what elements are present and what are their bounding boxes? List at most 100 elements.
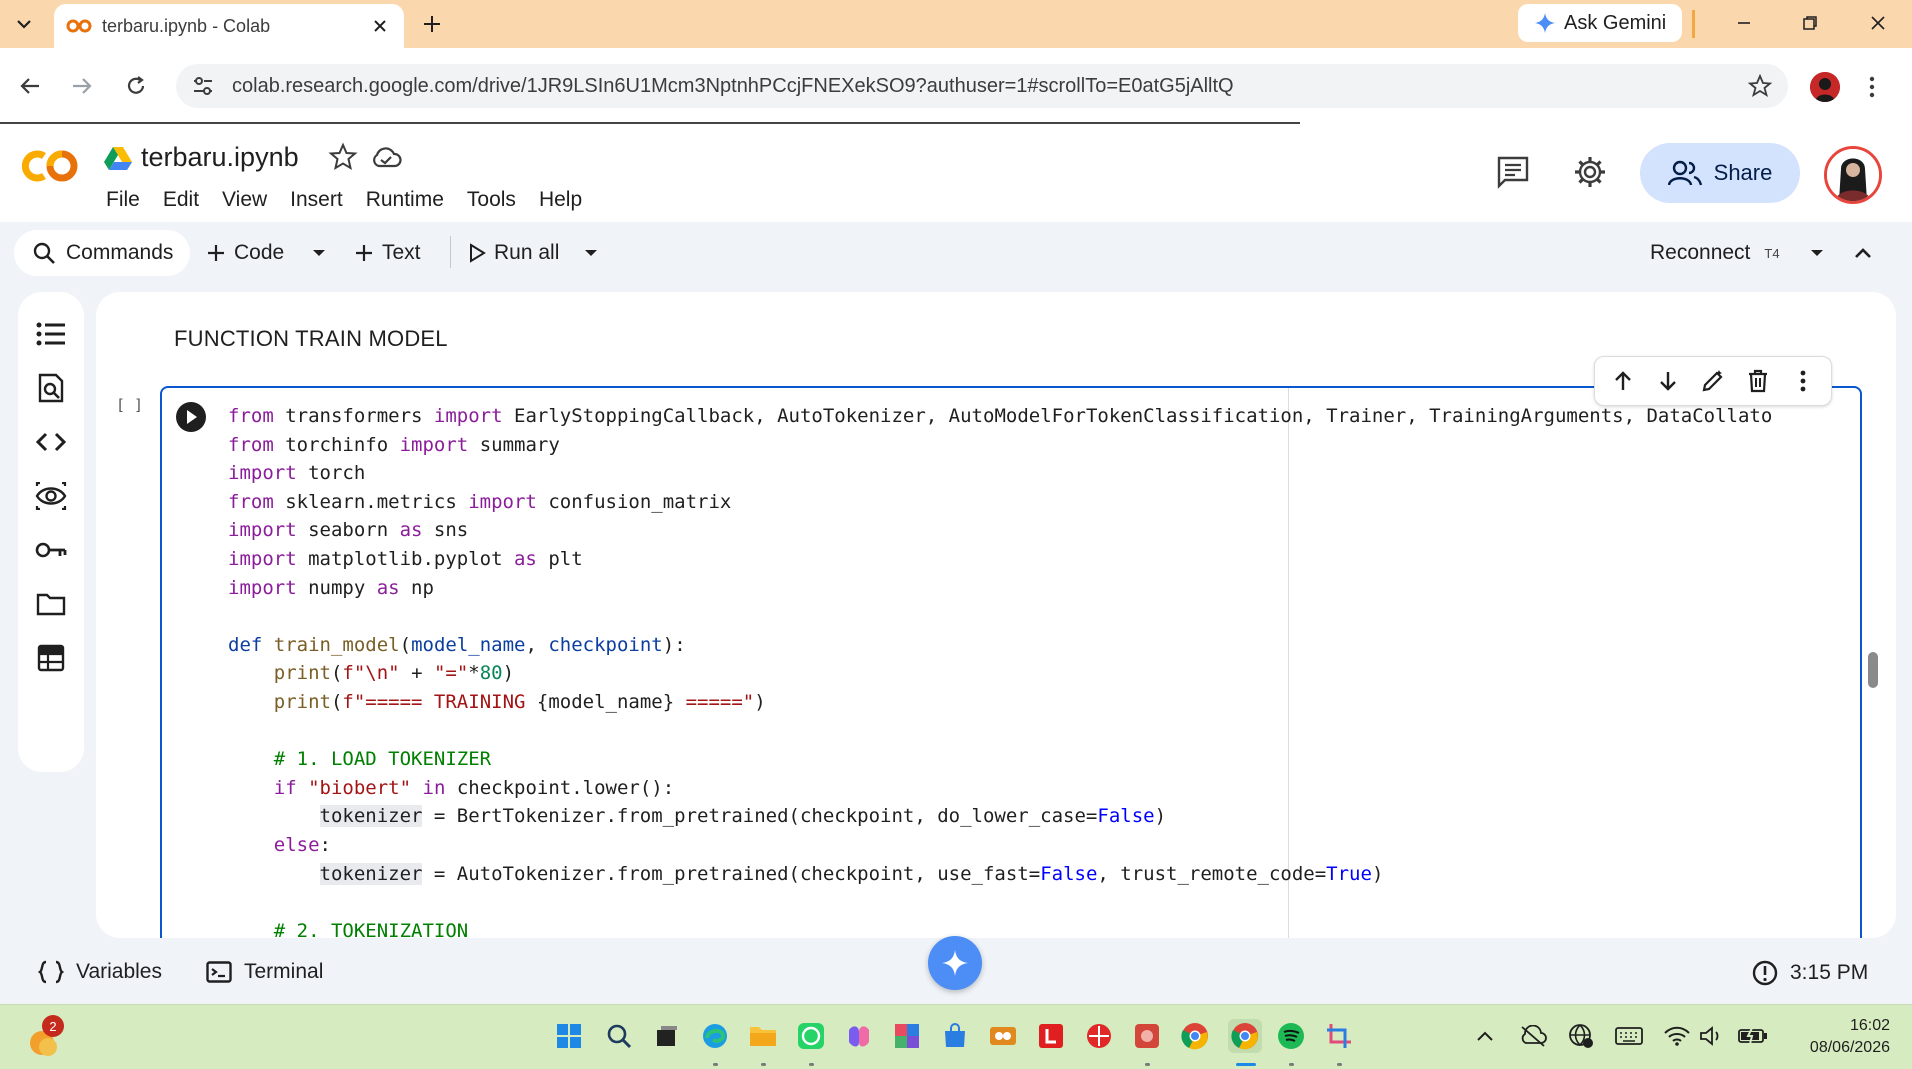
- commands-button[interactable]: Commands: [14, 230, 190, 276]
- chrome-icon[interactable]: [1180, 1021, 1210, 1051]
- gemini-sparkle-icon: [1535, 13, 1555, 33]
- user-avatar[interactable]: [1824, 146, 1882, 204]
- more-options-kebab-icon[interactable]: [1785, 363, 1821, 399]
- run-all-button[interactable]: Run all: [468, 230, 559, 276]
- battery-charging-icon[interactable]: [1738, 1021, 1768, 1051]
- find-replace-icon[interactable]: [33, 370, 69, 406]
- menu-insert[interactable]: Insert: [290, 188, 343, 212]
- new-tab-plus-icon[interactable]: [416, 8, 448, 40]
- task-view-icon[interactable]: [652, 1021, 682, 1051]
- back-arrow-icon[interactable]: [10, 66, 50, 106]
- colab-logo-icon[interactable]: [18, 146, 82, 186]
- edit-pencil-icon[interactable]: [1695, 363, 1731, 399]
- url-text[interactable]: colab.research.google.com/drive/1JR9LSIn…: [232, 75, 1744, 98]
- code-snippets-icon[interactable]: [33, 424, 69, 460]
- cell-toolbar: [1594, 356, 1832, 406]
- comments-icon[interactable]: [1495, 154, 1531, 190]
- chrome-profile-active-icon[interactable]: [1228, 1019, 1262, 1053]
- forward-arrow-icon[interactable]: [62, 66, 102, 106]
- secrets-eye-icon[interactable]: [33, 478, 69, 514]
- vertical-scrollbar-thumb[interactable]: [1868, 652, 1878, 688]
- variables-button[interactable]: Variables: [38, 960, 162, 984]
- menu-help[interactable]: Help: [539, 188, 582, 212]
- run-all-options-chevron-icon[interactable]: [584, 230, 598, 276]
- menu-tools[interactable]: Tools: [467, 188, 516, 212]
- app-orange-icon[interactable]: [988, 1021, 1018, 1051]
- runtime-options-chevron-icon[interactable]: [1810, 230, 1824, 276]
- menu-edit[interactable]: Edit: [163, 188, 199, 212]
- menu-runtime[interactable]: Runtime: [366, 188, 444, 212]
- collapse-header-chevron-up-icon[interactable]: [1854, 230, 1872, 276]
- wifi-icon[interactable]: [1662, 1021, 1692, 1051]
- close-window-icon[interactable]: [1846, 0, 1910, 46]
- app-red-circle-icon[interactable]: [1084, 1021, 1114, 1051]
- plus-icon: [208, 245, 224, 261]
- execution-count: [ ]: [116, 396, 144, 414]
- photos-app-icon[interactable]: [892, 1021, 922, 1051]
- gemini-fab-button[interactable]: [928, 936, 982, 990]
- terminal-label: Terminal: [244, 960, 324, 983]
- ask-gemini-button[interactable]: Ask Gemini: [1518, 4, 1683, 42]
- code-editor[interactable]: from transformers import EarlyStoppingCa…: [228, 402, 1852, 938]
- browser-profile-avatar[interactable]: [1810, 72, 1840, 102]
- code-options-chevron-icon[interactable]: [312, 230, 326, 276]
- close-tab-icon[interactable]: [368, 14, 392, 38]
- restore-icon[interactable]: [1778, 0, 1842, 46]
- left-sidebar-rail: [18, 292, 84, 772]
- running-indicator: [1145, 1063, 1150, 1066]
- address-bar[interactable]: colab.research.google.com/drive/1JR9LSIn…: [176, 64, 1788, 108]
- browser-tab-active[interactable]: terbaru.ipynb - Colab: [54, 4, 404, 48]
- system-clock[interactable]: 16:02 08/06/2026: [1770, 1015, 1890, 1059]
- volume-speaker-icon[interactable]: [1696, 1021, 1726, 1051]
- show-hidden-icons-chevron-up-icon[interactable]: [1470, 1021, 1500, 1051]
- site-info-tune-icon[interactable]: [188, 71, 218, 101]
- terminal-button[interactable]: Terminal: [206, 960, 323, 984]
- vpn-globe-icon[interactable]: [1566, 1021, 1596, 1051]
- code-cell[interactable]: from transformers import EarlyStoppingCa…: [160, 386, 1862, 938]
- tab-search-chevron-icon[interactable]: [8, 8, 40, 40]
- spotify-icon[interactable]: [1276, 1021, 1306, 1051]
- app-red-l-icon[interactable]: [1036, 1021, 1066, 1051]
- notebook-toolbar: Commands Code Text Run all Reconnect T4: [0, 222, 1912, 282]
- notebook-title[interactable]: terbaru.ipynb: [141, 142, 299, 173]
- run-cell-play-icon[interactable]: [176, 402, 206, 432]
- copilot-icon[interactable]: [844, 1021, 874, 1051]
- variables-label: Variables: [76, 960, 162, 983]
- keyboard-icon[interactable]: [1614, 1021, 1644, 1051]
- text-cell-heading[interactable]: FUNCTION TRAIN MODEL: [174, 326, 448, 352]
- add-text-cell-button[interactable]: Text: [354, 230, 421, 276]
- code-label: Code: [234, 241, 285, 264]
- menu-file[interactable]: File: [106, 188, 140, 212]
- whatsapp-icon[interactable]: [796, 1021, 826, 1051]
- microsoft-store-icon[interactable]: [940, 1021, 970, 1051]
- edge-browser-icon[interactable]: [700, 1021, 730, 1051]
- file-explorer-icon[interactable]: [748, 1021, 778, 1051]
- minimize-icon[interactable]: [1712, 0, 1776, 46]
- chrome-menu-kebab-icon[interactable]: [1862, 70, 1882, 104]
- text-label: Text: [382, 241, 421, 264]
- reload-icon[interactable]: [116, 66, 156, 106]
- share-button[interactable]: Share: [1640, 143, 1800, 203]
- bookmark-star-icon[interactable]: [1744, 70, 1776, 102]
- onedrive-cloud-off-icon[interactable]: [1518, 1021, 1548, 1051]
- taskbar-search-icon[interactable]: [604, 1021, 634, 1051]
- data-table-icon[interactable]: [33, 640, 69, 676]
- menu-view[interactable]: View: [222, 188, 267, 212]
- move-cell-down-icon[interactable]: [1650, 363, 1686, 399]
- add-code-cell-button[interactable]: Code: [206, 230, 284, 276]
- windows-start-icon[interactable]: [554, 1021, 584, 1051]
- execution-time-status[interactable]: 3:15 PM: [1752, 960, 1868, 986]
- files-folder-icon[interactable]: [33, 586, 69, 622]
- table-of-contents-icon[interactable]: [33, 316, 69, 352]
- toolbar-divider: [450, 236, 451, 268]
- app-camera-icon[interactable]: [1132, 1021, 1162, 1051]
- reconnect-button[interactable]: Reconnect T4: [1650, 230, 1780, 276]
- snipping-tool-icon[interactable]: [1324, 1021, 1354, 1051]
- google-drive-icon[interactable]: [104, 146, 132, 170]
- delete-cell-trash-icon[interactable]: [1740, 363, 1776, 399]
- key-icon[interactable]: [33, 532, 69, 568]
- move-cell-up-icon[interactable]: [1605, 363, 1641, 399]
- star-notebook-icon[interactable]: [328, 142, 358, 172]
- settings-gear-icon[interactable]: [1572, 154, 1608, 190]
- cloud-saved-icon[interactable]: [370, 142, 402, 172]
